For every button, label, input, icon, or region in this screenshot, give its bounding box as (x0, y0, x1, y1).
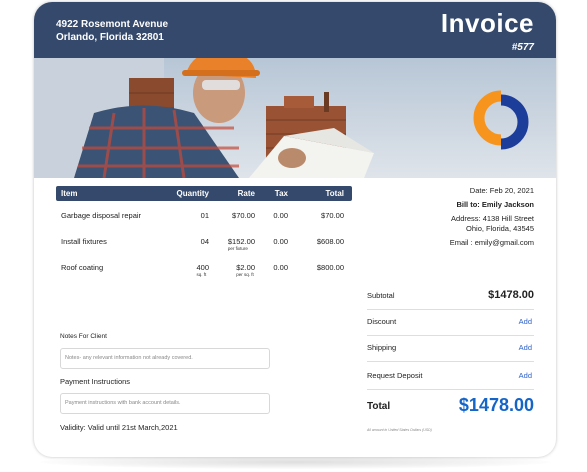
table-row: Garbage disposal repair 01 $70.00 0.00 $… (56, 211, 352, 237)
row-total: $800.00 (316, 263, 344, 272)
row-total: $70.00 (321, 211, 344, 220)
notes-label: Notes For Client (60, 333, 107, 340)
address-line-1: 4922 Rosemont Avenue (56, 19, 169, 30)
table-row: Roof coating 400 sq. ft $2.00 per sq. ft… (56, 263, 352, 289)
card-shadow (40, 455, 550, 469)
row-item: Roof coating (61, 263, 104, 272)
company-logo-icon (468, 90, 534, 150)
row-rate: $70.00 (232, 211, 255, 220)
bill-address-line-2: Ohio, Florida, 43545 (466, 224, 534, 233)
row-qty: 01 (200, 211, 209, 220)
currency-footnote: All amount in United States Dollars (USD… (367, 428, 432, 432)
table-row: Install fixtures 04 $152.00 per fixture … (56, 237, 352, 263)
row-qty: 400 sq. ft (196, 263, 209, 277)
address-line-2: Orlando, Florida 32801 (56, 32, 164, 43)
col-quantity: Quantity (176, 189, 209, 198)
row-tax: 0.00 (273, 211, 288, 220)
items-table-header: Item Quantity Rate Tax Total (56, 186, 352, 201)
subtotal-value: $1478.00 (488, 289, 534, 301)
deposit-row: Request Deposit Add (367, 363, 534, 390)
discount-row: Discount Add (367, 309, 534, 336)
col-tax: Tax (274, 189, 288, 198)
col-item: Item (61, 189, 78, 198)
deposit-label: Request Deposit (367, 371, 423, 380)
payment-instructions-label: Payment Instructions (60, 377, 131, 386)
col-total: Total (325, 189, 344, 198)
row-rate: $2.00 per sq. ft (236, 263, 255, 277)
col-rate: Rate (237, 189, 255, 198)
add-discount-link[interactable]: Add (519, 317, 532, 326)
row-item: Garbage disposal repair (61, 211, 142, 220)
invoice-header: 4922 Rosemont Avenue Orlando, Florida 32… (34, 2, 556, 58)
row-item: Install fixtures (61, 237, 107, 246)
add-shipping-link[interactable]: Add (519, 343, 532, 352)
row-tax: 0.00 (273, 263, 288, 272)
row-qty-value: 400 (196, 263, 209, 272)
bill-to: Bill to: Emily Jackson (456, 200, 534, 209)
shipping-row: Shipping Add (367, 335, 534, 362)
bill-email: Email : emily@gmail.com (449, 238, 534, 247)
row-rate-value: $152.00 (227, 237, 255, 246)
row-rate-value: $2.00 (236, 263, 255, 272)
row-rate: $152.00 per fixture (227, 237, 255, 251)
discount-label: Discount (367, 317, 397, 326)
invoice-card: 4922 Rosemont Avenue Orlando, Florida 32… (34, 2, 556, 457)
bill-address-line-1: Address: 4138 Hill Street (451, 214, 534, 223)
shipping-label: Shipping (367, 343, 397, 352)
invoice-number: #577 (511, 42, 534, 53)
subtotal-row: Subtotal $1478.00 (367, 283, 534, 310)
row-total: $608.00 (316, 237, 344, 246)
row-qty: 04 (200, 237, 209, 246)
notes-field[interactable]: Notes- any relevant information not alre… (60, 348, 270, 369)
payment-instructions-field[interactable]: Payment instructions with bank account d… (60, 393, 270, 414)
add-deposit-link[interactable]: Add (519, 371, 532, 380)
total-value: $1478.00 (458, 395, 534, 415)
invoice-title: Invoice (440, 8, 534, 38)
company-address: 4922 Rosemont Avenue Orlando, Florida 32… (56, 18, 168, 44)
row-tax: 0.00 (273, 237, 288, 246)
total-label: Total (367, 401, 391, 412)
invoice-date: Date: Feb 20, 2021 (469, 186, 534, 195)
row-qty-unit: sq. ft (196, 272, 207, 277)
subtotal-label: Subtotal (367, 291, 395, 300)
validity-text: Validity: Valid until 21st March,2021 (60, 423, 178, 432)
row-rate-unit: per fixture (227, 246, 248, 251)
row-rate-unit: per sq. ft (236, 272, 254, 277)
